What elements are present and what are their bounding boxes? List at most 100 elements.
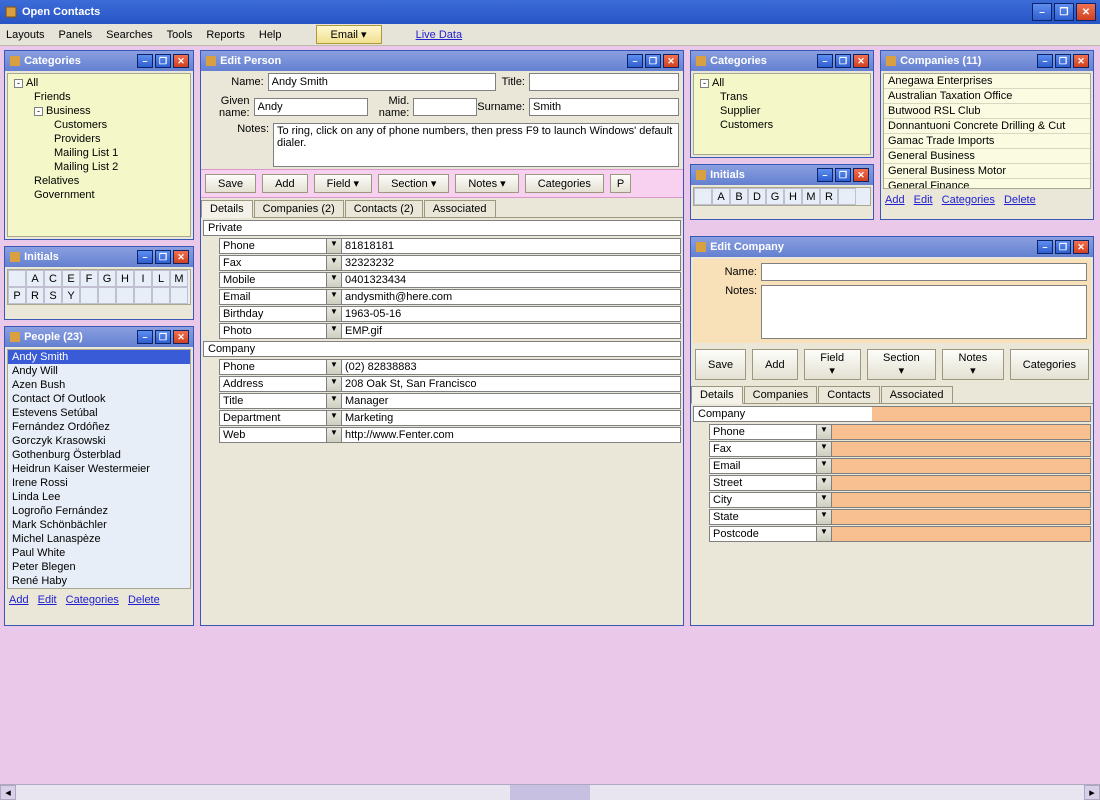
title-field[interactable] (529, 73, 679, 91)
chevron-down-icon[interactable]: ▼ (817, 424, 832, 440)
panel-minimize-button[interactable]: – (1037, 54, 1053, 68)
panel-close-button[interactable]: ✕ (173, 250, 189, 264)
panel-minimize-button[interactable]: – (137, 330, 153, 344)
field-value[interactable]: 1963-05-16 (342, 306, 681, 322)
menu-panels[interactable]: Panels (59, 29, 93, 41)
chevron-down-icon[interactable]: ▼ (327, 359, 342, 375)
surname-field[interactable] (529, 98, 679, 116)
live-data-link[interactable]: Live Data (416, 29, 462, 41)
panel-maximize-button[interactable]: ❐ (155, 250, 171, 264)
tab-contacts[interactable]: Contacts (2) (345, 200, 423, 217)
tree-node[interactable]: -Business (10, 104, 188, 118)
companies-list[interactable]: Anegawa EnterprisesAustralian Taxation O… (883, 73, 1091, 189)
list-item[interactable]: Contact Of Outlook (8, 392, 190, 406)
field-value[interactable] (832, 458, 1091, 474)
field-name[interactable]: Postcode (709, 526, 817, 542)
close-button[interactable]: ✕ (1076, 3, 1096, 21)
initial-cell[interactable]: S (44, 287, 62, 304)
initial-cell[interactable]: B (730, 188, 748, 205)
panel-close-button[interactable]: ✕ (173, 330, 189, 344)
menu-reports[interactable]: Reports (206, 29, 245, 41)
field-name[interactable]: Street (709, 475, 817, 491)
initial-cell[interactable]: H (784, 188, 802, 205)
initial-cell[interactable] (98, 287, 116, 304)
notes-field[interactable] (761, 285, 1087, 339)
field-name[interactable]: Web (219, 427, 327, 443)
add-link[interactable]: Add (885, 194, 905, 206)
panel-minimize-button[interactable]: – (817, 54, 833, 68)
field-value[interactable]: Manager (342, 393, 681, 409)
panel-close-button[interactable]: ✕ (1073, 54, 1089, 68)
menu-help[interactable]: Help (259, 29, 282, 41)
tree-node[interactable]: Customers (696, 118, 868, 132)
categories-link[interactable]: Categories (66, 594, 119, 606)
panel-maximize-button[interactable]: ❐ (835, 168, 851, 182)
chevron-down-icon[interactable]: ▼ (327, 306, 342, 322)
panel-maximize-button[interactable]: ❐ (1055, 54, 1071, 68)
list-item[interactable]: Irene Rossi (8, 476, 190, 490)
tab-details[interactable]: Details (691, 386, 743, 404)
initial-cell[interactable] (838, 188, 856, 205)
initial-cell[interactable]: C (44, 270, 62, 287)
p-button[interactable]: P (610, 174, 631, 193)
initial-cell[interactable]: R (820, 188, 838, 205)
panel-maximize-button[interactable]: ❐ (155, 54, 171, 68)
field-value[interactable]: 81818181 (342, 238, 681, 254)
field-name[interactable]: Photo (219, 323, 327, 339)
field-name[interactable]: Phone (219, 359, 327, 375)
notes-button[interactable]: Notes ▾ (455, 174, 518, 193)
panel-maximize-button[interactable]: ❐ (155, 330, 171, 344)
chevron-down-icon[interactable]: ▼ (327, 238, 342, 254)
mid-name-field[interactable] (413, 98, 477, 116)
list-item[interactable]: Andy Smith (8, 350, 190, 364)
field-name[interactable]: Mobile (219, 272, 327, 288)
initial-cell[interactable]: A (26, 270, 44, 287)
initial-cell[interactable] (152, 287, 170, 304)
notes-button[interactable]: Notes ▾ (942, 349, 1004, 380)
initial-cell[interactable]: F (80, 270, 98, 287)
list-item[interactable]: Azen Bush (8, 378, 190, 392)
list-item[interactable]: Australian Taxation Office (884, 89, 1090, 104)
field-value[interactable]: EMP.gif (342, 323, 681, 339)
panel-close-button[interactable]: ✕ (853, 54, 869, 68)
maximize-button[interactable]: ❐ (1054, 3, 1074, 21)
field-name[interactable]: Title (219, 393, 327, 409)
chevron-down-icon[interactable]: ▼ (817, 492, 832, 508)
initial-cell[interactable]: M (170, 270, 188, 287)
initial-cell[interactable]: I (134, 270, 152, 287)
panel-minimize-button[interactable]: – (137, 250, 153, 264)
scroll-left-button[interactable]: ◂ (0, 785, 16, 800)
tree-node[interactable]: Mailing List 2 (10, 160, 188, 174)
initial-cell[interactable]: Y (62, 287, 80, 304)
field-name[interactable]: Phone (709, 424, 817, 440)
list-item[interactable]: René Haby (8, 574, 190, 588)
tab-companies[interactable]: Companies (744, 386, 818, 403)
list-item[interactable]: Heidrun Kaiser Westermeier (8, 462, 190, 476)
notes-field[interactable]: To ring, click on any of phone numbers, … (273, 123, 679, 167)
section-button[interactable]: Section ▾ (867, 349, 936, 380)
categories-button[interactable]: Categories (1010, 349, 1089, 380)
field-name[interactable]: Fax (219, 255, 327, 271)
panel-minimize-button[interactable]: – (627, 54, 643, 68)
initial-cell[interactable] (170, 287, 188, 304)
chevron-down-icon[interactable]: ▼ (327, 427, 342, 443)
field-name[interactable]: State (709, 509, 817, 525)
add-button[interactable]: Add (262, 174, 308, 193)
chevron-down-icon[interactable]: ▼ (327, 255, 342, 271)
chevron-down-icon[interactable]: ▼ (327, 393, 342, 409)
field-value[interactable]: http://www.Fenter.com (342, 427, 681, 443)
tab-details[interactable]: Details (201, 200, 253, 218)
tab-companies[interactable]: Companies (2) (254, 200, 344, 217)
chevron-down-icon[interactable]: ▼ (817, 526, 832, 542)
expand-icon[interactable]: - (34, 107, 43, 116)
field-name[interactable]: Phone (219, 238, 327, 254)
tree-node[interactable]: -All (696, 76, 868, 90)
initial-cell[interactable]: H (116, 270, 134, 287)
edit-link[interactable]: Edit (914, 194, 933, 206)
name-field[interactable] (761, 263, 1087, 281)
initial-cell[interactable] (8, 270, 26, 287)
list-item[interactable]: Mark Schönbächler (8, 518, 190, 532)
delete-link[interactable]: Delete (128, 594, 160, 606)
list-item[interactable]: Logroño Fernández (8, 504, 190, 518)
tree-node[interactable]: Trans (696, 90, 868, 104)
